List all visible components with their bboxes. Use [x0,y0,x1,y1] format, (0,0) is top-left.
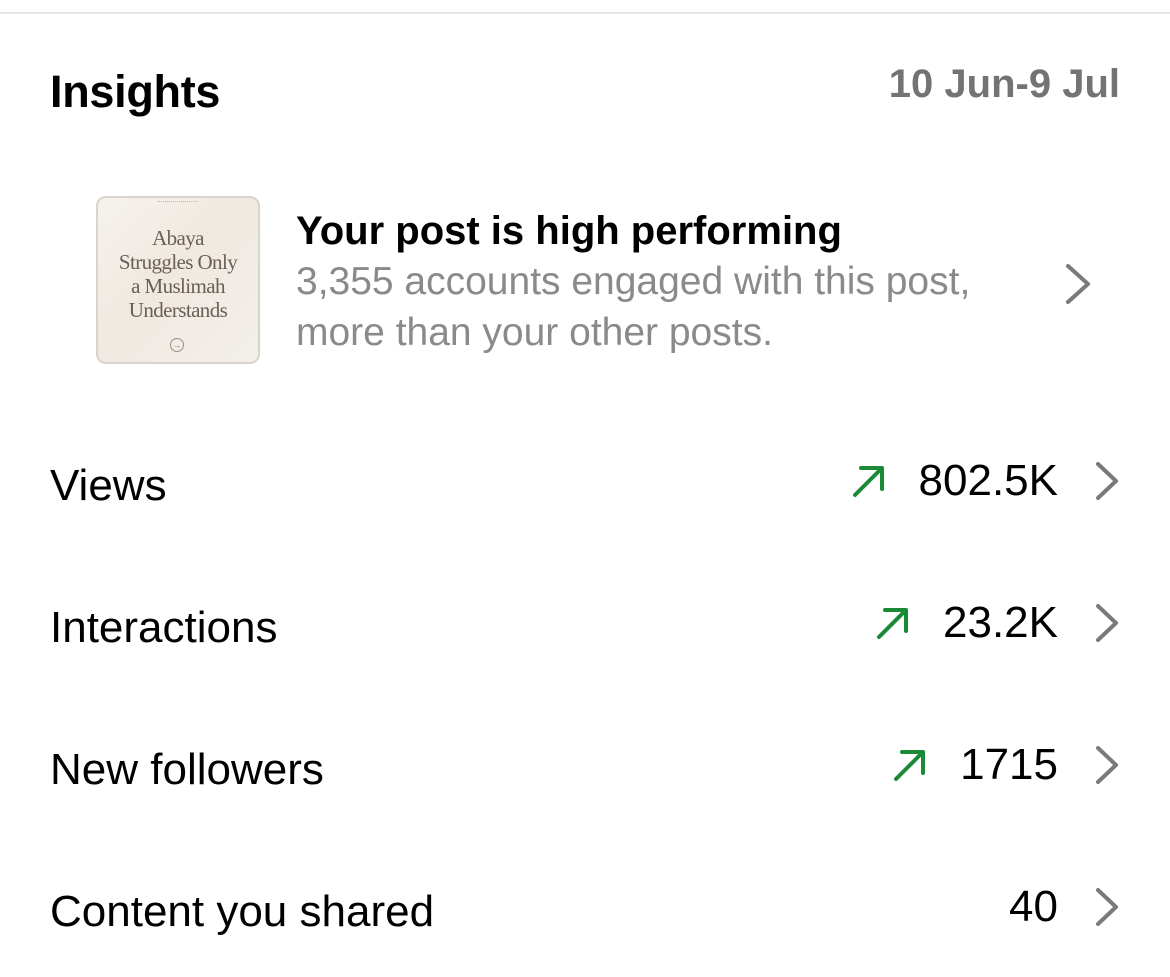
metric-row-views[interactable]: Views 802.5K [50,420,1120,562]
metrics-list: Views 802.5K Interactions 23.2K New foll… [50,420,1120,977]
insights-page: Insights 10 Jun-9 Jul Abaya Struggles On… [0,0,1170,977]
metric-label: Views [50,461,167,510]
highlight-body: 3,355 accounts engaged with this post, m… [296,260,971,354]
metric-row-content-shared[interactable]: Content you shared 40 [50,846,1120,977]
metric-label: Content you shared [50,887,435,936]
thumbnail-arrow-icon: → [170,338,184,352]
high-performing-post-card[interactable]: Abaya Struggles Only a Muslimah Understa… [96,196,1126,366]
metric-value: 1715 [960,740,1058,789]
metric-row-interactions[interactable]: Interactions 23.2K [50,562,1120,704]
thumbnail-decoration [158,201,198,204]
metric-label: New followers [50,745,324,794]
chevron-right-icon [1096,462,1118,500]
metric-row-new-followers[interactable]: New followers 1715 [50,704,1120,846]
chevron-right-icon [1096,746,1118,784]
top-divider [0,12,1170,14]
chevron-right-icon [1096,888,1118,926]
chevron-right-icon [1096,604,1118,642]
metric-value: 802.5K [918,456,1058,505]
date-range: 10 Jun-9 Jul [888,62,1120,106]
page-title: Insights [50,66,221,117]
highlight-text: Your post is high performing 3,355 accou… [296,206,996,358]
trend-up-arrow-icon [877,608,909,639]
trend-up-arrow-icon [852,466,884,497]
metric-label: Interactions [50,603,278,652]
insights-header: Insights 10 Jun-9 Jul [50,62,1120,122]
post-thumbnail: Abaya Struggles Only a Muslimah Understa… [96,196,260,364]
trend-up-arrow-icon [894,750,926,781]
highlight-title: Your post is high performing [296,209,842,253]
metric-value: 40 [1009,882,1058,931]
chevron-right-icon [1066,264,1090,304]
metric-value: 23.2K [943,598,1058,647]
thumbnail-text: Abaya Struggles Only a Muslimah Understa… [118,226,238,322]
